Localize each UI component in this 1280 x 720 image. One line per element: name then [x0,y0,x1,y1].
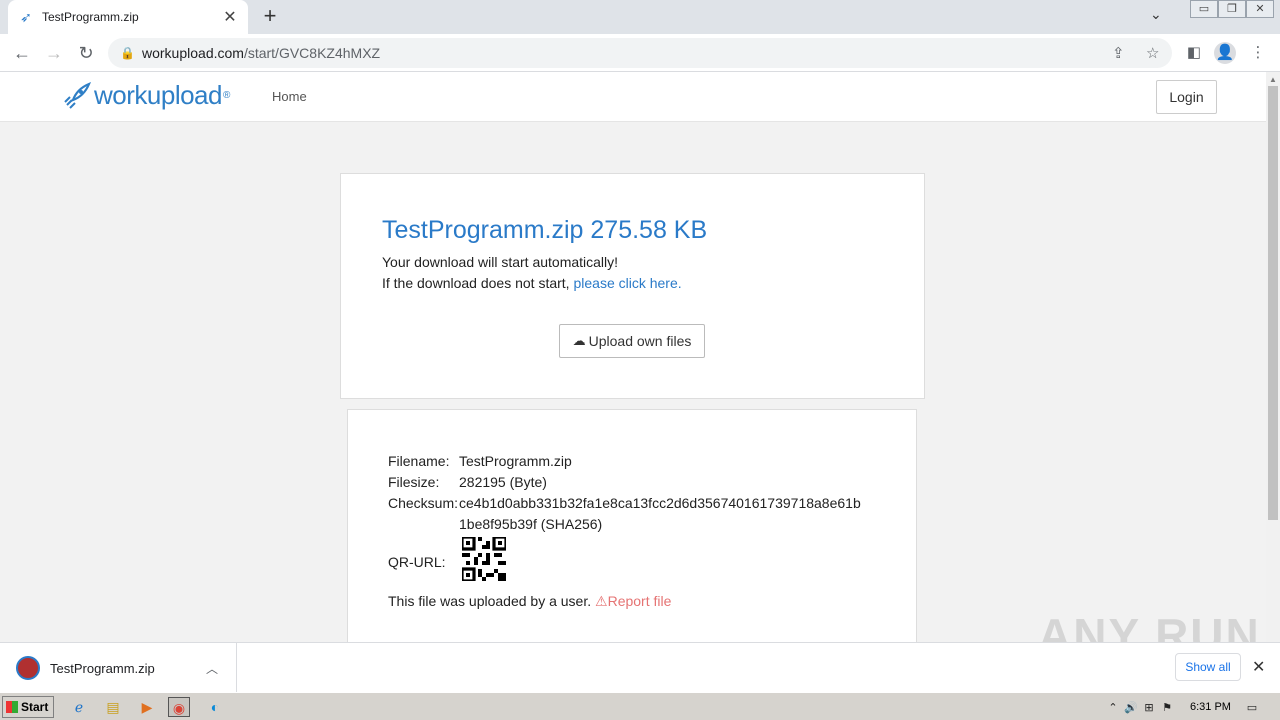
lock-icon[interactable]: 🔒 [120,46,135,60]
media-player-icon[interactable]: ▶ [136,697,158,717]
close-tab-icon[interactable]: ✕ [222,7,238,27]
download-shelf: TestProgramm.zip ︿ Show all ✕ [0,642,1280,693]
checksum-value-line1: ce4b1d0abb331b32fa1e8ca13fcc2d6d35674016… [459,495,861,511]
browser-tab[interactable]: ➶ TestProgramm.zip ✕ [8,0,248,34]
scrollbar-thumb[interactable] [1268,86,1278,520]
qr-url-label: QR-URL: [388,554,446,570]
side-panel-icon[interactable]: ◧ [1183,42,1205,64]
download-filename: TestProgramm.zip [50,660,155,676]
network-icon[interactable]: ⊞ [1140,701,1158,714]
ie-icon[interactable]: ℯ [68,697,90,717]
scroll-up-arrow-icon[interactable]: ▲ [1269,75,1277,84]
volume-icon[interactable]: 🔊 [1122,701,1140,714]
tab-strip: ➶ TestProgramm.zip ✕ + ⌄ ▭ ❐ ✕ [0,0,1280,34]
windows-flag-icon [6,701,18,713]
minimize-button[interactable]: ▭ [1190,0,1218,18]
logo-text: workupload [94,80,222,110]
window-controls: ▭ ❐ ✕ [1190,0,1274,18]
clock[interactable]: 6:31 PM [1190,701,1231,713]
download-card: TestProgramm.zip 275.58 KB Your download… [340,173,925,399]
cloud-upload-icon: ☁ [572,333,586,348]
filename-label: Filename: [388,453,450,469]
rocket-logo-icon [64,81,92,109]
profile-avatar-icon[interactable]: 👤 [1214,42,1236,64]
registered-mark: ® [222,90,231,101]
site-header: workupload ® Home Login [0,72,1266,122]
action-center-flag-icon[interactable]: ⚑ [1158,701,1176,714]
page-viewport: workupload ® Home Login TestProgramm.zip… [0,72,1266,642]
chevron-up-icon[interactable]: ︿ [200,660,224,677]
click-here-link[interactable]: please click here. [573,275,681,291]
tab-search-chevron-icon[interactable]: ⌄ [1150,6,1162,23]
login-button[interactable]: Login [1156,80,1217,114]
download-item[interactable]: TestProgramm.zip ︿ [0,643,237,693]
filesize-label: Filesize: [388,474,440,490]
back-arrow-icon[interactable]: ← [10,41,34,65]
address-bar[interactable]: 🔒 workupload.com/start/GVC8KZ4hMXZ ⇪ ☆ [108,38,1172,68]
report-file-link[interactable]: Report file [608,593,672,609]
url-text[interactable]: workupload.com/start/GVC8KZ4hMXZ [142,45,380,61]
start-button[interactable]: Start [2,696,54,718]
reload-icon[interactable]: ↻ [74,41,98,65]
auto-start-text: Your download will start automatically! [382,254,619,270]
rocket-icon: ➶ [20,9,32,25]
tab-title: TestProgramm.zip [42,10,139,24]
menu-kebab-icon[interactable]: ⋮ [1247,42,1269,64]
new-tab-button[interactable]: + [258,4,282,28]
nav-home-link[interactable]: Home [272,89,307,104]
warning-icon: ⚠ [595,593,608,609]
show-desktop-icon[interactable]: ▭ [1243,701,1261,714]
forward-arrow-icon[interactable]: → [42,41,66,65]
browser-toolbar: ← → ↻ 🔒 workupload.com/start/GVC8KZ4hMXZ… [0,34,1280,72]
workupload-logo[interactable]: workupload ® [62,80,230,111]
file-info-card: Filename: TestProgramm.zip Filesize: 282… [347,409,917,642]
share-icon[interactable]: ⇪ [1112,44,1125,62]
upload-own-files-button[interactable]: ☁ Upload own files [559,324,705,358]
show-all-button[interactable]: Show all [1175,653,1241,681]
archive-file-icon [16,656,40,680]
file-title: TestProgramm.zip 275.58 KB [382,216,708,244]
filesize-value: 282195 (Byte) [459,474,547,490]
qr-code-image[interactable] [462,537,506,581]
checksum-value-line2: 1be8f95b39f (SHA256) [459,516,603,532]
checksum-label: Checksum: [388,495,459,511]
system-tray: ⌃ 🔊 ⊞ ⚑ 6:31 PM ▭ [1104,695,1280,719]
close-window-button[interactable]: ✕ [1246,0,1274,18]
filename-value: TestProgramm.zip [459,453,572,469]
windows-taskbar: Start ℯ ▤ ▶ ◉ ◐ ⌃ 🔊 ⊞ ⚑ 6:31 PM ▭ [0,692,1280,720]
close-shelf-icon[interactable]: ✕ [1252,657,1265,677]
chrome-icon[interactable]: ◉ [168,697,190,717]
upload-notice: This file was uploaded by a user. ⚠Repor… [388,593,672,609]
upload-button-label: Upload own files [588,333,692,349]
edge-icon[interactable]: ◐ [204,697,226,717]
tray-expand-icon[interactable]: ⌃ [1104,701,1122,714]
star-icon[interactable]: ☆ [1146,44,1159,62]
explorer-folder-icon[interactable]: ▤ [102,697,124,717]
fallback-text: If the download does not start, please c… [382,275,682,291]
page-scrollbar[interactable]: ▲ [1266,72,1280,642]
restore-button[interactable]: ❐ [1218,0,1246,18]
